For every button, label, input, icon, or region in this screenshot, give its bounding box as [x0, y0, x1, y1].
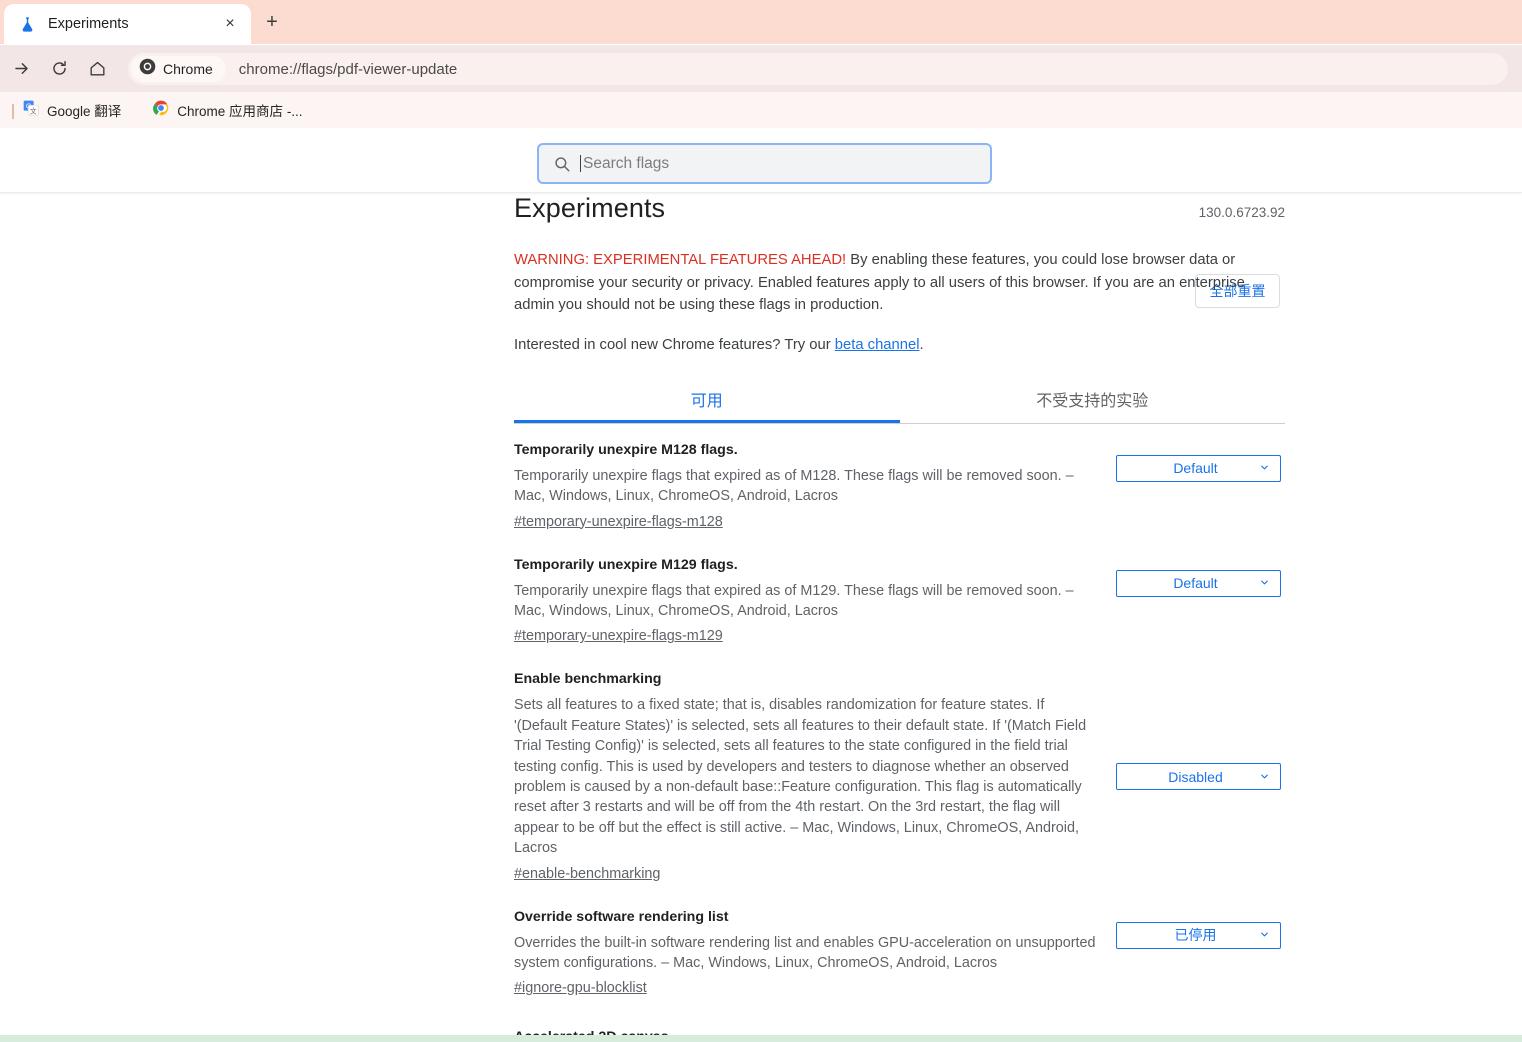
- flag-select[interactable]: 已停用: [1116, 921, 1281, 949]
- warning-text: WARNING: EXPERIMENTAL FEATURES AHEAD! By…: [514, 249, 1285, 317]
- beta-suffix: .: [919, 336, 924, 353]
- home-icon[interactable]: [82, 54, 112, 84]
- bookmark-label: Chrome 应用商店 -...: [177, 104, 303, 119]
- search-icon: [553, 155, 571, 173]
- chrome-chip-label: Chrome: [163, 61, 213, 77]
- flags-content: Experiments 130.0.6723.92 WARNING: EXPER…: [0, 193, 1522, 1042]
- beta-channel-link[interactable]: beta channel: [835, 337, 920, 353]
- flag-row: Temporarily unexpire M128 flags. Tempora…: [514, 424, 1285, 539]
- flag-name: Temporarily unexpire M128 flags.: [514, 441, 738, 458]
- flag-body: Temporarily unexpire M129 flags. Tempora…: [514, 555, 1100, 646]
- chevron-down-icon: [1259, 769, 1270, 785]
- flag-permalink[interactable]: #temporary-unexpire-flags-m129: [514, 628, 723, 644]
- warning-headline: WARNING: EXPERIMENTAL FEATURES AHEAD!: [514, 252, 847, 268]
- close-icon[interactable]: ×: [217, 11, 243, 37]
- flag-select-value: 已停用: [1174, 927, 1217, 944]
- search-placeholder: Search flags: [583, 154, 670, 172]
- address-bar-url: chrome://flags/pdf-viewer-update: [238, 60, 458, 78]
- google-translate-icon: G 文: [23, 100, 39, 121]
- new-tab-button[interactable]: +: [258, 8, 286, 36]
- flag-select[interactable]: Disabled: [1116, 763, 1281, 791]
- flag-description: Temporarily unexpire flags that expired …: [514, 582, 1074, 619]
- beta-channel-line: Interested in cool new Chrome features? …: [514, 337, 1285, 353]
- forward-button[interactable]: [6, 54, 36, 84]
- flag-select-value: Default: [1173, 460, 1218, 477]
- bookmark-label: Google 翻译: [47, 104, 122, 119]
- flag-name: Enable benchmarking: [514, 671, 662, 688]
- tab-title: Experiments: [48, 16, 129, 32]
- flag-row: Enable benchmarking Sets all features to…: [514, 653, 1285, 890]
- address-bar[interactable]: Chrome chrome://flags/pdf-viewer-update: [128, 53, 1508, 85]
- flag-permalink[interactable]: #enable-benchmarking: [514, 866, 660, 882]
- text-caret: [580, 155, 581, 172]
- search-input[interactable]: Search flags: [537, 143, 992, 184]
- tab-available[interactable]: 可用: [514, 380, 900, 423]
- browser-toolbar: Chrome chrome://flags/pdf-viewer-update: [0, 45, 1522, 92]
- bookmark-chrome-webstore[interactable]: Chrome 应用商店 -...: [146, 97, 309, 123]
- flag-name: Override software rendering list: [514, 908, 729, 925]
- bookmark-google-translate[interactable]: G 文 Google 翻译: [16, 97, 128, 123]
- flag-row: Override software rendering list Overrid…: [514, 891, 1285, 1006]
- bottom-status-bar: [0, 1035, 1522, 1042]
- flag-select[interactable]: Default: [1116, 569, 1281, 597]
- page-title: Experiments: [514, 193, 666, 223]
- flag-select-value: Disabled: [1168, 768, 1223, 785]
- chrome-logo-icon: [153, 100, 169, 121]
- browser-tab[interactable]: Experiments ×: [4, 4, 251, 44]
- flag-description: Sets all features to a fixed state; that…: [514, 697, 1087, 857]
- flags-page: Search flags 全部重置 Experiments 130.0.6723…: [0, 128, 1522, 1042]
- flags-search-header: Search flags 全部重置: [0, 128, 1522, 308]
- page-title-row: Experiments 130.0.6723.92: [514, 193, 1285, 224]
- version-label: 130.0.6723.92: [1198, 205, 1285, 220]
- chevron-down-icon: [1259, 460, 1270, 476]
- flag-body: Temporarily unexpire M128 flags. Tempora…: [514, 440, 1100, 531]
- flag-body: Enable benchmarking Sets all features to…: [514, 669, 1100, 882]
- svg-text:文: 文: [30, 106, 37, 115]
- reload-icon[interactable]: [44, 54, 74, 84]
- chrome-chip[interactable]: Chrome: [131, 56, 226, 82]
- flag-description: Temporarily unexpire flags that expired …: [514, 467, 1074, 505]
- tab-strip: Experiments × +: [0, 0, 1522, 44]
- flag-select[interactable]: Default: [1116, 454, 1281, 482]
- chevron-down-icon: [1259, 927, 1270, 943]
- tab-unsupported[interactable]: 不受支持的实验: [900, 380, 1286, 423]
- bookmarks-edge-marker: [12, 104, 14, 119]
- flags-tabs: 可用 不受支持的实验: [514, 380, 1285, 424]
- flag-permalink[interactable]: #ignore-gpu-blocklist: [514, 980, 647, 996]
- beta-prefix: Interested in cool new Chrome features? …: [514, 336, 835, 353]
- chevron-down-icon: [1259, 575, 1270, 591]
- flag-description: Overrides the built-in software renderin…: [514, 934, 1096, 972]
- flask-icon: [18, 15, 36, 33]
- chrome-logo-icon: [139, 58, 156, 80]
- flag-body: Override software rendering list Overrid…: [514, 907, 1100, 998]
- flag-name: Temporarily unexpire M129 flags.: [514, 556, 738, 573]
- flag-row: Temporarily unexpire M129 flags. Tempora…: [514, 539, 1285, 654]
- flag-select-value: Default: [1173, 575, 1218, 592]
- bookmarks-bar: G 文 Google 翻译 Chrome 应用商店 -...: [0, 92, 1522, 128]
- flag-permalink[interactable]: #temporary-unexpire-flags-m128: [514, 514, 723, 530]
